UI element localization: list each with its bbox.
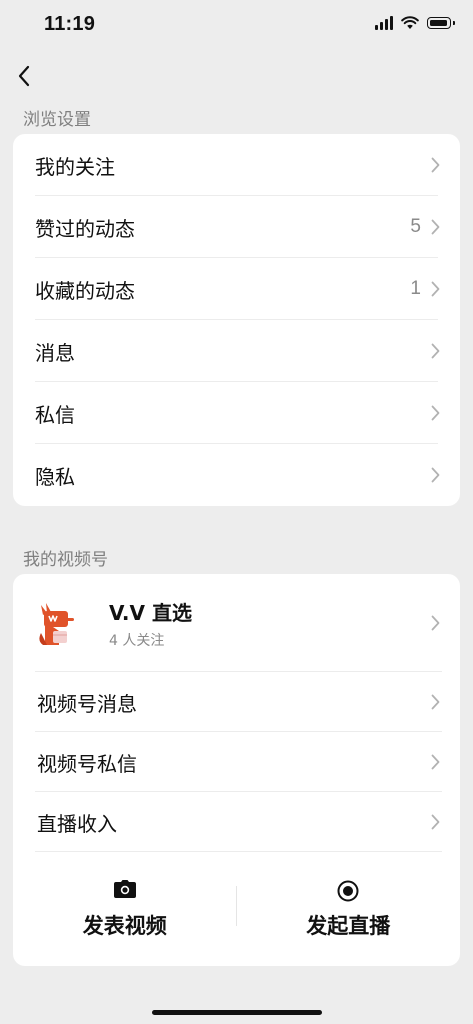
browse-section-title: 浏览设置 [23,110,91,130]
row-privacy[interactable]: 隐私 [13,444,460,506]
live-record-icon [337,880,359,902]
chevron-right-icon [431,615,440,631]
wifi-icon [401,16,419,29]
row-label: 消息 [35,340,75,365]
post-video-label: 发表视频 [82,914,167,938]
favorited-count: 1 [410,278,421,299]
status-bar: 11:19 [0,0,473,52]
row-label: 我的关注 [35,154,115,179]
chevron-right-icon [431,405,440,421]
row-channel-messages[interactable]: 视频号消息 [13,672,460,732]
row-label: 视频号消息 [37,691,137,716]
row-following[interactable]: 我的关注 [13,134,460,196]
channel-avatar [39,603,74,645]
chevron-right-icon [431,281,440,297]
browse-settings-card: 我的关注 赞过的动态 5 收藏的动态 1 消息 私信 隐私 [13,134,460,506]
status-icons [375,16,455,30]
start-live-label: 发起直播 [306,914,391,938]
chevron-right-icon [431,219,440,235]
row-favorited-posts[interactable]: 收藏的动态 1 [13,258,460,320]
channel-section-title: 我的视频号 [23,550,108,570]
row-label: 私信 [35,402,75,427]
post-video-button[interactable]: 发表视频 [13,852,237,966]
chevron-right-icon [431,814,440,830]
cellular-signal-icon [375,16,393,30]
start-live-button[interactable]: 发起直播 [237,852,461,966]
chevron-right-icon [431,157,440,173]
channel-info: V.V 直选 4 人关注 [109,597,192,650]
action-divider [236,886,237,926]
channel-followers: 4 人关注 [109,632,165,649]
channel-card: V.V 直选 4 人关注 视频号消息 视频号私信 直播收入 发表视频 发起直播 [13,574,460,966]
status-time: 11:19 [44,13,96,35]
row-label: 赞过的动态 [35,216,135,241]
row-messages[interactable]: 消息 [13,320,460,382]
chevron-right-icon [431,467,440,483]
row-label: 视频号私信 [37,751,137,776]
chevron-left-icon [18,65,30,87]
row-channel-private-messages[interactable]: 视频号私信 [13,732,460,792]
back-button[interactable] [12,62,36,90]
channel-name: V.V 直选 [109,600,192,625]
row-liked-posts[interactable]: 赞过的动态 5 [13,196,460,258]
row-label: 直播收入 [37,811,117,836]
row-private-messages[interactable]: 私信 [13,382,460,444]
row-live-income[interactable]: 直播收入 [13,792,460,852]
chevron-right-icon [431,343,440,359]
chevron-right-icon [431,694,440,710]
channel-action-bar: 发表视频 发起直播 [13,852,460,966]
row-label: 隐私 [35,464,75,489]
liked-count: 5 [410,216,421,237]
chevron-right-icon [431,754,440,770]
home-indicator [152,1010,322,1015]
channel-profile-row[interactable]: V.V 直选 4 人关注 [13,574,460,672]
battery-icon [427,17,455,29]
row-label: 收藏的动态 [35,278,135,303]
camera-icon [113,880,136,898]
screen: 11:19 浏览设置 我的关注 赞过的动态 5 收藏的动态 1 消息 私信 隐私… [0,0,473,1024]
